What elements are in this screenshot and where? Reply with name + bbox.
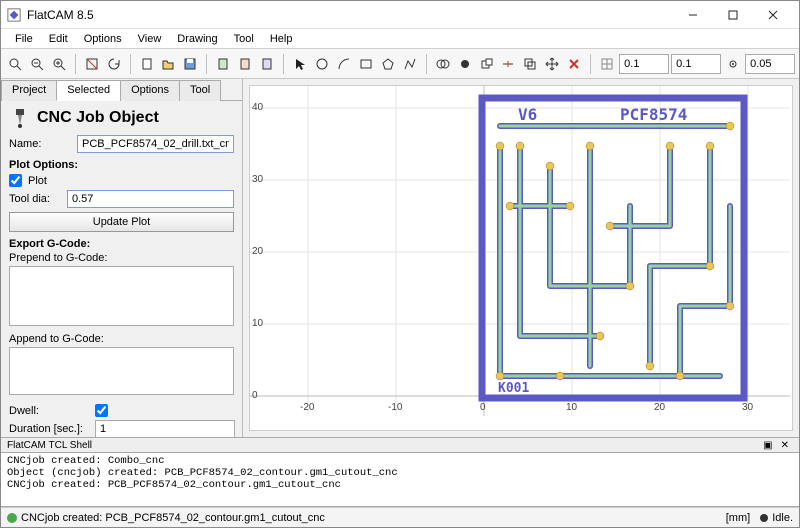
subtract-icon[interactable] xyxy=(477,53,497,75)
maximize-button[interactable] xyxy=(713,2,753,28)
zoom-out-icon[interactable] xyxy=(27,53,47,75)
plot-options-label: Plot Options: xyxy=(9,159,234,171)
plot-checkbox[interactable] xyxy=(9,174,22,187)
y-tick: 20 xyxy=(252,246,263,257)
open-gcode-icon[interactable] xyxy=(257,53,277,75)
status-message: CNCjob created: PCB_PCF8574_02_contour.g… xyxy=(21,512,325,524)
menu-tool[interactable]: Tool xyxy=(226,31,262,47)
zoom-fit-icon[interactable] xyxy=(5,53,25,75)
prepend-label: Prepend to G-Code: xyxy=(9,252,234,264)
open-excellon-icon[interactable] xyxy=(235,53,255,75)
tool-dia-field[interactable] xyxy=(67,190,234,208)
tab-project[interactable]: Project xyxy=(1,80,57,101)
window-title: FlatCAM 8.5 xyxy=(27,8,673,22)
app-icon xyxy=(7,8,21,22)
shell-title: FlatCAM TCL Shell xyxy=(7,440,92,451)
menu-edit[interactable]: Edit xyxy=(41,31,76,47)
grid-x-field[interactable] xyxy=(619,54,669,74)
x-tick: 10 xyxy=(566,402,577,413)
silk-text-v6: V6 xyxy=(518,105,537,124)
intersect-icon[interactable] xyxy=(455,53,475,75)
snap-field[interactable] xyxy=(745,54,795,74)
save-project-icon[interactable] xyxy=(180,53,200,75)
menu-help[interactable]: Help xyxy=(262,31,301,47)
append-label: Append to G-Code: xyxy=(9,333,234,345)
polygon-icon[interactable] xyxy=(378,53,398,75)
menu-drawing[interactable]: Drawing xyxy=(169,31,225,47)
arc-icon[interactable] xyxy=(334,53,354,75)
tool-dia-label: Tool dia: xyxy=(9,193,61,205)
menubar: File Edit Options View Drawing Tool Help xyxy=(1,29,799,49)
zoom-in-icon[interactable] xyxy=(49,53,69,75)
snap-icon[interactable] xyxy=(723,53,743,75)
minimize-button[interactable] xyxy=(673,2,713,28)
path-icon[interactable] xyxy=(400,53,420,75)
close-button[interactable] xyxy=(753,2,793,28)
menu-options[interactable]: Options xyxy=(76,31,130,47)
open-gerber-icon[interactable] xyxy=(213,53,233,75)
clear-plot-icon[interactable] xyxy=(82,53,102,75)
update-plot-button[interactable]: Update Plot xyxy=(9,212,234,232)
duration-field[interactable] xyxy=(95,420,235,437)
status-units: [mm] xyxy=(726,512,750,524)
status-state: Idle. xyxy=(772,512,793,524)
append-textarea[interactable] xyxy=(9,347,234,395)
x-tick: 20 xyxy=(654,402,665,413)
delete-icon[interactable] xyxy=(564,53,584,75)
shell-close-icon[interactable]: ✕ xyxy=(777,440,793,451)
cnc-job-icon xyxy=(9,107,31,129)
titlebar: FlatCAM 8.5 xyxy=(1,1,799,29)
y-tick: 30 xyxy=(252,174,263,185)
name-label: Name: xyxy=(9,138,71,150)
x-tick: -10 xyxy=(388,402,402,413)
plot-checkbox-label: Plot xyxy=(28,175,47,187)
left-panel: Project Selected Options Tool CNC Job Ob… xyxy=(1,79,243,437)
grid-icon[interactable] xyxy=(597,53,617,75)
grid-y-field[interactable] xyxy=(671,54,721,74)
toolbar xyxy=(1,49,799,79)
menu-view[interactable]: View xyxy=(130,31,170,47)
select-icon[interactable] xyxy=(290,53,310,75)
copy-icon[interactable] xyxy=(520,53,540,75)
statusbar: CNCjob created: PCB_PCF8574_02_contour.g… xyxy=(1,507,799,527)
union-icon[interactable] xyxy=(433,53,453,75)
shell-undock-icon[interactable]: ▣ xyxy=(759,440,776,451)
x-tick: 0 xyxy=(480,402,486,413)
status-ok-icon xyxy=(7,513,17,523)
plot-canvas[interactable]: V6 PCF8574 K001 -20 -10 0 10 20 30 0 10 … xyxy=(249,85,793,431)
tab-tool[interactable]: Tool xyxy=(179,80,221,101)
y-tick: 40 xyxy=(252,102,263,113)
y-tick: 0 xyxy=(252,390,258,401)
status-idle-icon xyxy=(760,514,768,522)
shell-title-bar: FlatCAM TCL Shell ▣ ✕ xyxy=(1,437,799,453)
x-tick: 30 xyxy=(742,402,753,413)
prepend-textarea[interactable] xyxy=(9,266,234,326)
shell-output[interactable]: CNCjob created: Combo_cnc Object (cncjob… xyxy=(1,453,799,507)
new-project-icon[interactable] xyxy=(137,53,157,75)
export-gcode-title: Export G-Code: xyxy=(9,238,234,250)
menu-file[interactable]: File xyxy=(7,31,41,47)
tab-options[interactable]: Options xyxy=(120,80,180,101)
rectangle-icon[interactable] xyxy=(356,53,376,75)
move-icon[interactable] xyxy=(542,53,562,75)
circle-icon[interactable] xyxy=(312,53,332,75)
dwell-checkbox[interactable] xyxy=(95,404,108,417)
open-project-icon[interactable] xyxy=(159,53,179,75)
x-tick: -20 xyxy=(300,402,314,413)
cut-path-icon[interactable] xyxy=(499,53,519,75)
silk-text-pcf: PCF8574 xyxy=(620,105,687,124)
replot-icon[interactable] xyxy=(104,53,124,75)
dwell-label: Dwell: xyxy=(9,405,89,417)
silk-text-bottom: K001 xyxy=(498,381,529,396)
tab-selected[interactable]: Selected xyxy=(56,80,121,101)
panel-title: CNC Job Object xyxy=(37,109,159,127)
name-field[interactable] xyxy=(77,135,234,153)
plot-area: V6 PCF8574 K001 -20 -10 0 10 20 30 0 10 … xyxy=(243,79,799,437)
y-tick: 10 xyxy=(252,318,263,329)
duration-label: Duration [sec.]: xyxy=(9,423,89,435)
